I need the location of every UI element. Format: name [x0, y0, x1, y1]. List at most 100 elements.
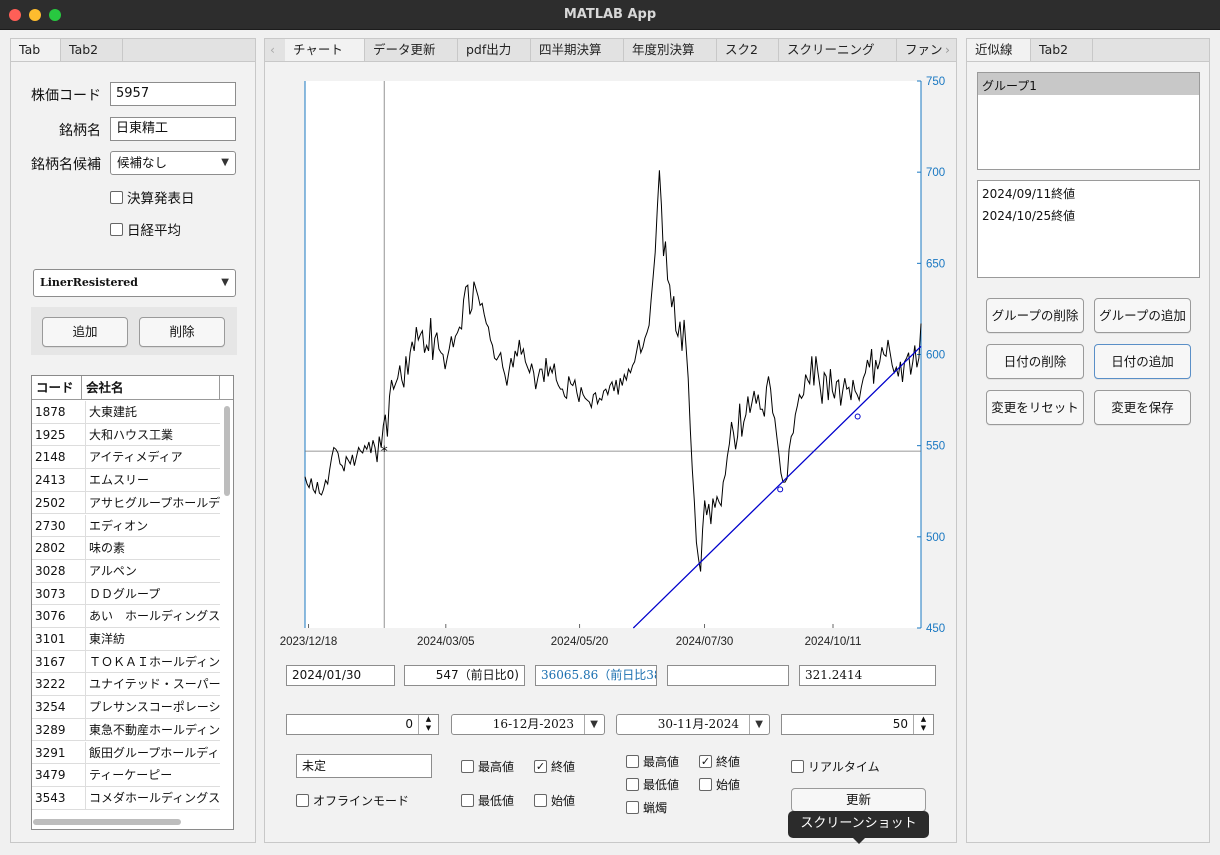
- table-row[interactable]: 3167 ＴＯＫＡＩホールディング: [32, 650, 220, 674]
- window-title: MATLAB App: [563, 7, 657, 22]
- cell-company: 大和ハウス工業: [85, 423, 220, 446]
- realtime-checkbox[interactable]: リアルタイム: [791, 758, 880, 775]
- tab-approx-line[interactable]: 近似線: [967, 39, 1031, 61]
- group-listbox[interactable]: グループ1: [977, 72, 1200, 170]
- table-row[interactable]: 3479 ティーケーピー: [32, 764, 220, 787]
- open-label-1: 始値: [551, 794, 576, 808]
- spinner-arrows-icon[interactable]: ▲ ▼: [418, 715, 438, 734]
- table-row[interactable]: 3028 アルペン: [32, 559, 220, 583]
- candle-checkbox[interactable]: 蝋燭: [626, 799, 667, 816]
- right-panel: 近似線 Tab2 グループ1 2024/09/11終値 2024/10/25終値…: [966, 38, 1210, 843]
- high-checkbox-2[interactable]: 最高値: [626, 753, 679, 770]
- low-label-2: 最低値: [643, 778, 680, 792]
- tab-annual[interactable]: 年度別決算: [624, 39, 717, 61]
- candidates-dropdown[interactable]: 候補なし ▼: [110, 151, 236, 175]
- table-header-company[interactable]: 会社名: [82, 376, 220, 400]
- date-field[interactable]: 2024/01/30: [286, 665, 395, 686]
- table-row[interactable]: 3101 東洋紡: [32, 628, 220, 651]
- stock-table[interactable]: コード 会社名 1878 大東建託 1925 大和ハウス工業 2148 アイティメディア 2…: [31, 375, 234, 830]
- tab-right-tab2[interactable]: Tab2: [1031, 39, 1093, 61]
- update-button[interactable]: 更新: [791, 788, 926, 812]
- table-row[interactable]: 3543 コメダホールディングス: [32, 786, 220, 810]
- tab-scroll-left[interactable]: ‹: [265, 39, 285, 61]
- table-row[interactable]: 2802 味の素: [32, 537, 220, 560]
- candidates-label: 銘柄名候補: [31, 157, 101, 173]
- add-group-button[interactable]: グループの追加: [1094, 298, 1191, 333]
- table-row[interactable]: 3254 プレサンスコーポレーショ: [32, 696, 220, 719]
- cell-code: 1925: [35, 427, 66, 442]
- horizontal-scrollbar[interactable]: [33, 819, 181, 825]
- tab-quarterly[interactable]: 四半期決算: [531, 39, 624, 61]
- cell-code: 3101: [35, 632, 66, 646]
- candidates-value: 候補なし: [117, 155, 168, 170]
- table-row[interactable]: 3289 東急不動産ホールディング: [32, 718, 220, 742]
- add-date-button[interactable]: 日付の追加: [1094, 344, 1191, 379]
- price-chart[interactable]: 450 500 550 600 650 700 750 2023/12/18 2024/03/0…: [265, 63, 958, 653]
- slope-field[interactable]: 321.2414: [799, 665, 936, 686]
- nikkei-field[interactable]: 36065.86（前日比38.9: [535, 665, 657, 686]
- date-list-item[interactable]: 2024/10/25終値: [982, 207, 1075, 224]
- open-checkbox-1[interactable]: 始値: [534, 792, 575, 809]
- low-checkbox-2[interactable]: 最低値: [626, 776, 679, 793]
- table-row[interactable]: 3291 飯田グループホールディン: [32, 741, 220, 765]
- low-checkbox-1[interactable]: 最低値: [461, 792, 514, 809]
- offset-spinner[interactable]: 0 ▲ ▼: [286, 714, 439, 735]
- table-row[interactable]: 3222 ユナイテッド・スーパーマ: [32, 673, 220, 697]
- table-row[interactable]: 2413 エムスリー: [32, 469, 220, 492]
- end-date-picker[interactable]: 30-11月-2024 ▼: [616, 714, 770, 735]
- nikkei-checkbox[interactable]: 日経平均: [110, 219, 181, 239]
- close-label-1: 終値: [551, 760, 576, 774]
- stock-name-field[interactable]: 日東精工: [110, 117, 236, 141]
- start-date-picker[interactable]: 16-12月-2023 ▼: [451, 714, 605, 735]
- table-row[interactable]: 3076 あい ホールディングス: [32, 605, 220, 628]
- spinner-arrows-icon[interactable]: ▲ ▼: [913, 715, 933, 734]
- tab-scroll-right[interactable]: ›: [941, 39, 956, 61]
- calendar-dropdown-icon[interactable]: ▼: [584, 715, 598, 734]
- cell-code: 1878: [35, 405, 66, 419]
- method-dropdown[interactable]: LinerResistered ▼: [33, 269, 236, 297]
- table-row[interactable]: 1925 大和ハウス工業: [32, 423, 220, 447]
- date-list-item[interactable]: 2024/09/11終値: [982, 185, 1075, 202]
- table-row[interactable]: 3073 ＤＤグループ: [32, 582, 220, 606]
- tab-tab2[interactable]: Tab2: [61, 39, 123, 61]
- open-checkbox-2[interactable]: 始値: [699, 776, 740, 793]
- reset-changes-button[interactable]: 変更をリセット: [986, 390, 1084, 425]
- date-listbox[interactable]: 2024/09/11終値 2024/10/25終値: [977, 180, 1200, 278]
- table-row[interactable]: 1878 大東建託: [32, 401, 220, 424]
- tab-screening[interactable]: スクリーニング: [779, 39, 897, 61]
- table-row[interactable]: 2502 アサヒグループホールディ: [32, 491, 220, 515]
- cell-company: 大東建託: [85, 401, 220, 423]
- delete-date-button[interactable]: 日付の削除: [986, 344, 1084, 379]
- empty-field[interactable]: [667, 665, 789, 686]
- table-row[interactable]: 2730 エディオン: [32, 514, 220, 538]
- tab-sku2[interactable]: スク2: [717, 39, 779, 61]
- left-tabstrip: Tab Tab2: [11, 39, 255, 62]
- tab-chart[interactable]: チャート: [285, 39, 365, 61]
- y-tick-label: 450: [926, 623, 945, 635]
- table-row[interactable]: 2148 アイティメディア: [32, 446, 220, 470]
- close-checkbox-2[interactable]: ✓ 終値: [699, 753, 740, 770]
- vertical-scrollbar[interactable]: [224, 406, 230, 496]
- table-header-code[interactable]: コード: [32, 376, 82, 400]
- high-checkbox-1[interactable]: 最高値: [461, 758, 514, 775]
- cell-code: 3073: [35, 586, 66, 601]
- x-tick-label: 2024/07/30: [676, 636, 734, 648]
- period-spinner[interactable]: 50 ▲ ▼: [781, 714, 934, 735]
- tab-pdf-output[interactable]: pdf出力: [458, 39, 531, 61]
- center-tabstrip: ‹ チャート データ更新 pdf出力 四半期決算 年度別決算 スク2 スクリーニ…: [265, 39, 956, 62]
- tab-tab[interactable]: Tab: [11, 39, 61, 61]
- delete-group-button[interactable]: グループの削除: [986, 298, 1084, 333]
- add-button[interactable]: 追加: [42, 317, 128, 347]
- calendar-dropdown-icon[interactable]: ▼: [749, 715, 763, 734]
- save-changes-button[interactable]: 変更を保存: [1094, 390, 1191, 425]
- delete-button[interactable]: 削除: [139, 317, 225, 347]
- tab-fan[interactable]: ファン: [897, 39, 945, 61]
- status-field[interactable]: 未定: [296, 754, 432, 778]
- tab-data-update[interactable]: データ更新: [365, 39, 458, 61]
- close-checkbox-1[interactable]: ✓ 終値: [534, 758, 575, 775]
- price-field[interactable]: 547（前日比0): [404, 665, 525, 686]
- earnings-date-checkbox[interactable]: 決算発表日: [110, 187, 195, 207]
- stock-code-field[interactable]: 5957: [110, 82, 236, 106]
- offline-mode-checkbox[interactable]: オフラインモード: [296, 792, 409, 809]
- cell-code: 2730: [35, 518, 66, 533]
